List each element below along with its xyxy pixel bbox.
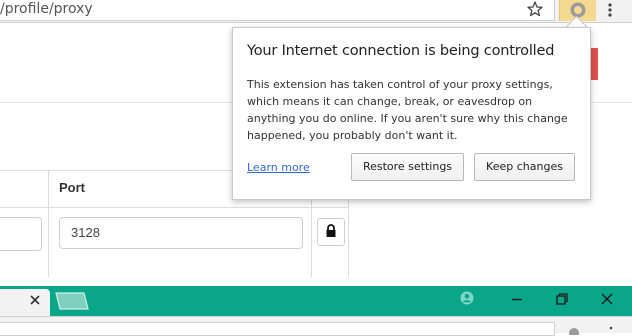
new-tab-icon[interactable] bbox=[54, 292, 92, 310]
port-column-header: Port bbox=[59, 180, 85, 195]
star-icon[interactable] bbox=[527, 0, 543, 18]
vertical-dots-menu-icon[interactable] bbox=[605, 1, 615, 19]
address-bar[interactable]: /profile/proxy bbox=[0, 0, 555, 21]
restore-icon[interactable] bbox=[555, 292, 569, 306]
column-divider bbox=[48, 171, 49, 277]
keep-changes-button[interactable]: Keep changes bbox=[474, 153, 575, 181]
learn-more-link[interactable]: Learn more bbox=[247, 161, 310, 174]
popup-message: This extension has taken control of your… bbox=[247, 78, 568, 142]
proxy-extension-icon bbox=[570, 2, 586, 18]
close-window-icon[interactable] bbox=[600, 292, 614, 306]
popup-title: Your Internet connection is being contro… bbox=[247, 43, 555, 59]
browser-toolbar: /profile/proxy bbox=[0, 0, 632, 23]
extension-icon[interactable] bbox=[568, 325, 580, 335]
second-window-address-bar[interactable] bbox=[0, 322, 555, 336]
address-bar-url[interactable]: /profile/proxy bbox=[0, 0, 93, 18]
browser-tab[interactable] bbox=[0, 289, 50, 316]
second-window-tabbar bbox=[0, 286, 632, 316]
restore-settings-button[interactable]: Restore settings bbox=[351, 153, 464, 181]
port-input[interactable]: 3128 bbox=[59, 217, 303, 249]
lock-icon bbox=[326, 224, 336, 237]
vertical-dots-menu-icon[interactable] bbox=[609, 326, 613, 332]
minimize-icon[interactable] bbox=[510, 292, 524, 306]
host-input[interactable] bbox=[0, 217, 42, 251]
close-icon[interactable] bbox=[29, 294, 41, 306]
proxy-control-popup: Your Internet connection is being contro… bbox=[232, 27, 591, 200]
lock-button[interactable] bbox=[317, 218, 345, 246]
person-icon[interactable] bbox=[460, 291, 474, 305]
